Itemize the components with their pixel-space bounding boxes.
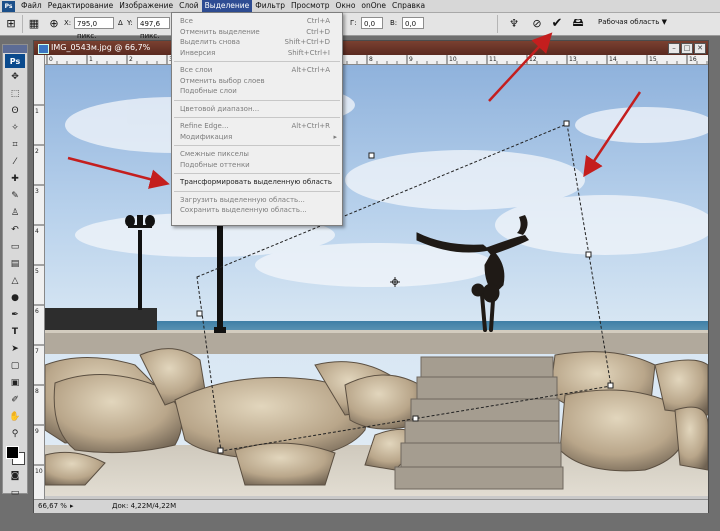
arrow-to-selection (583, 91, 642, 178)
annotation-arrows (67, 32, 642, 189)
arrow-to-menu-item (67, 156, 170, 189)
arrow-to-commit-icon (488, 32, 553, 102)
